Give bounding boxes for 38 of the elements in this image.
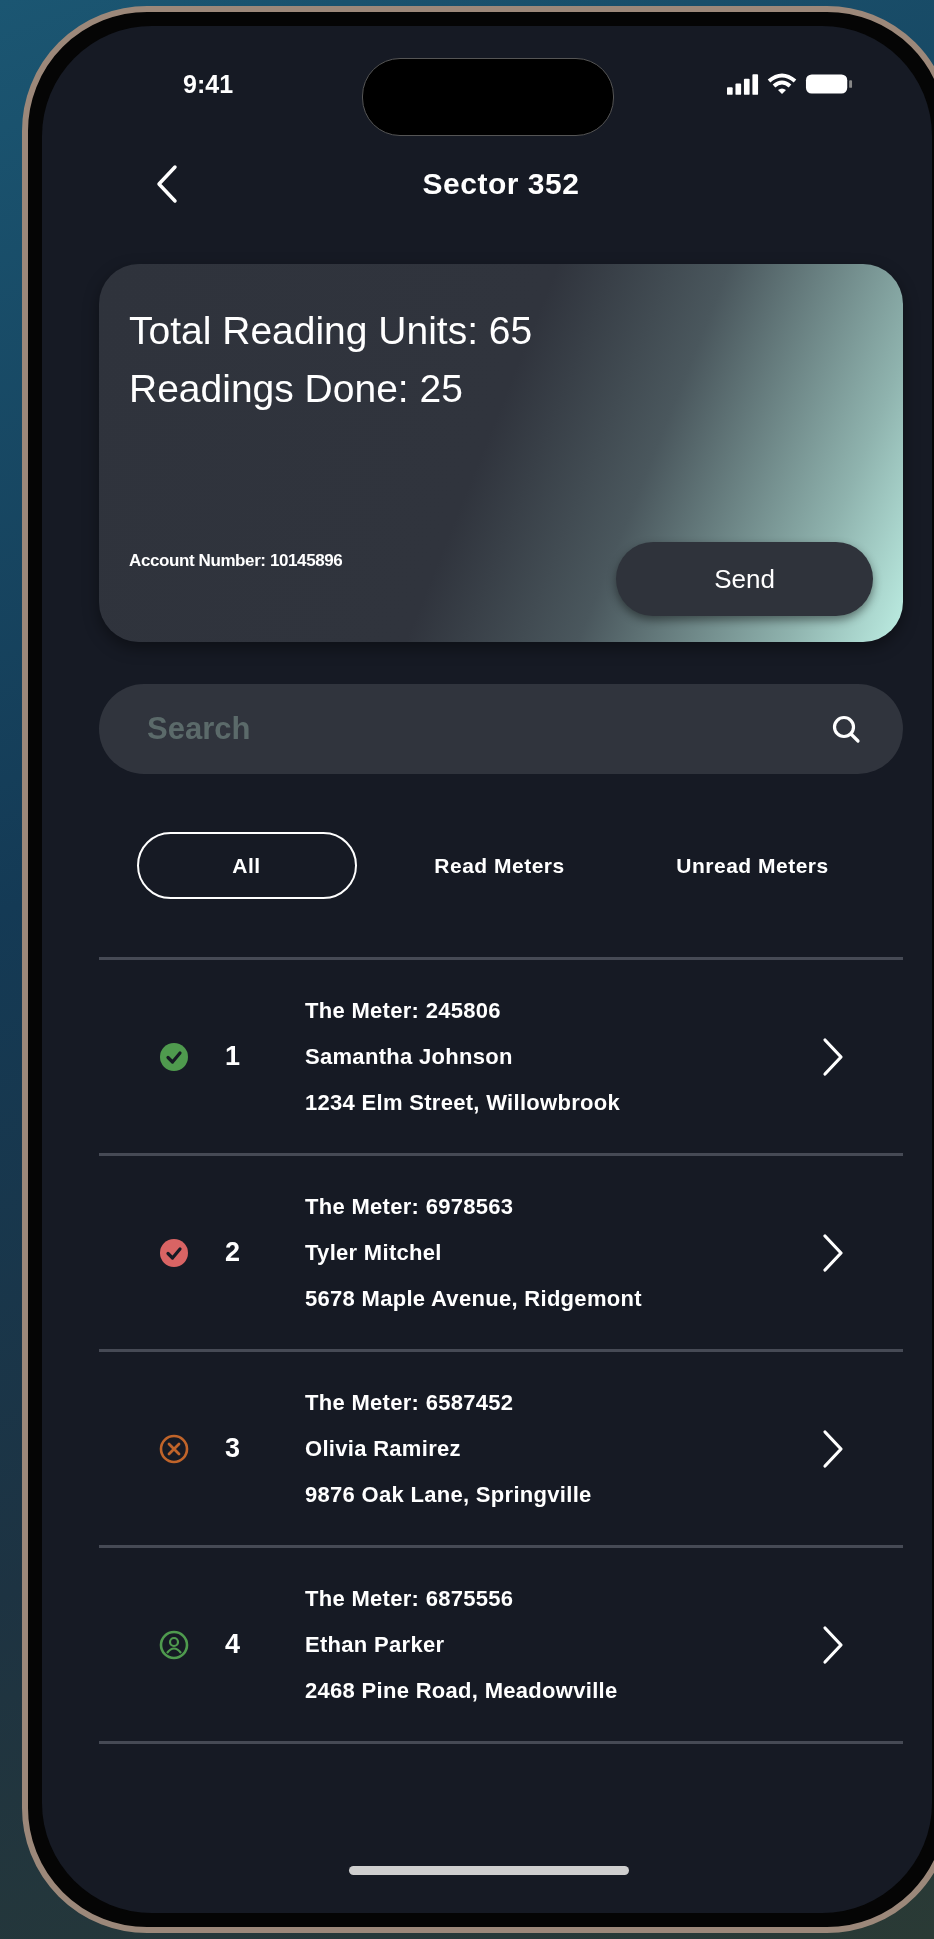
meter-number: The Meter: 6875556 <box>305 1584 515 1613</box>
chevron-right-icon[interactable] <box>821 1036 845 1077</box>
meter-row[interactable]: 4 The Meter: 6875556 Ethan Parker 2468 Pine Road, Meadowville <box>99 1545 903 1741</box>
customer-name: Samantha Johnson <box>305 1042 514 1071</box>
meter-row[interactable]: 2 The Meter: 6978563 Tyler Mitchel 5678 Maple Avenue, Ridgemont <box>99 1153 903 1349</box>
account-number: Account Number: 10145896 <box>129 551 343 571</box>
row-number: 3 <box>224 1433 242 1464</box>
meter-row[interactable]: 3 The Meter: 6587452 Olivia Ramirez 9876 Oak Lane, Springville <box>99 1349 903 1545</box>
search-icon[interactable] <box>831 714 861 744</box>
chevron-right-icon[interactable] <box>821 1624 845 1665</box>
customer-address: 9876 Oak Lane, Springville <box>305 1480 593 1509</box>
filter-tab[interactable]: Unread Meters <box>662 832 843 899</box>
row-number: 2 <box>224 1237 242 1268</box>
signal-icon <box>727 73 759 95</box>
customer-address: 2468 Pine Road, Meadowville <box>305 1676 619 1705</box>
summary-line: Readings Done: 25 <box>129 366 464 412</box>
battery-icon <box>805 73 853 95</box>
row-number: 4 <box>224 1629 242 1660</box>
chevron-right-icon[interactable] <box>821 1232 845 1273</box>
meter-row[interactable]: 1 The Meter: 245806 Samantha Johnson 1234 Elm Street, Willowbrook <box>99 957 903 1153</box>
filter-tab[interactable]: Read Meters <box>420 832 579 899</box>
filter-tab[interactable]: All <box>136 832 357 899</box>
row-number: 1 <box>224 1041 242 1072</box>
customer-name: Tyler Mitchel <box>305 1238 443 1267</box>
summary-line: Total Reading Units: 65 <box>129 308 534 354</box>
back-chevron-icon[interactable] <box>155 164 179 204</box>
screen-title: Sector 352 <box>422 167 580 201</box>
status-time: 9:41 <box>183 69 234 99</box>
customer-name: Ethan Parker <box>305 1630 446 1659</box>
meter-number: The Meter: 6978563 <box>305 1192 515 1221</box>
meter-number: The Meter: 245806 <box>305 996 502 1025</box>
wifi-icon <box>767 73 797 95</box>
meter-number: The Meter: 6587452 <box>305 1388 515 1417</box>
chevron-right-icon[interactable] <box>821 1428 845 1469</box>
send-button[interactable]: Send <box>616 542 873 616</box>
customer-address: 5678 Maple Avenue, Ridgemont <box>305 1284 643 1313</box>
customer-name: Olivia Ramirez <box>305 1434 462 1463</box>
customer-address: 1234 Elm Street, Willowbrook <box>305 1088 622 1117</box>
